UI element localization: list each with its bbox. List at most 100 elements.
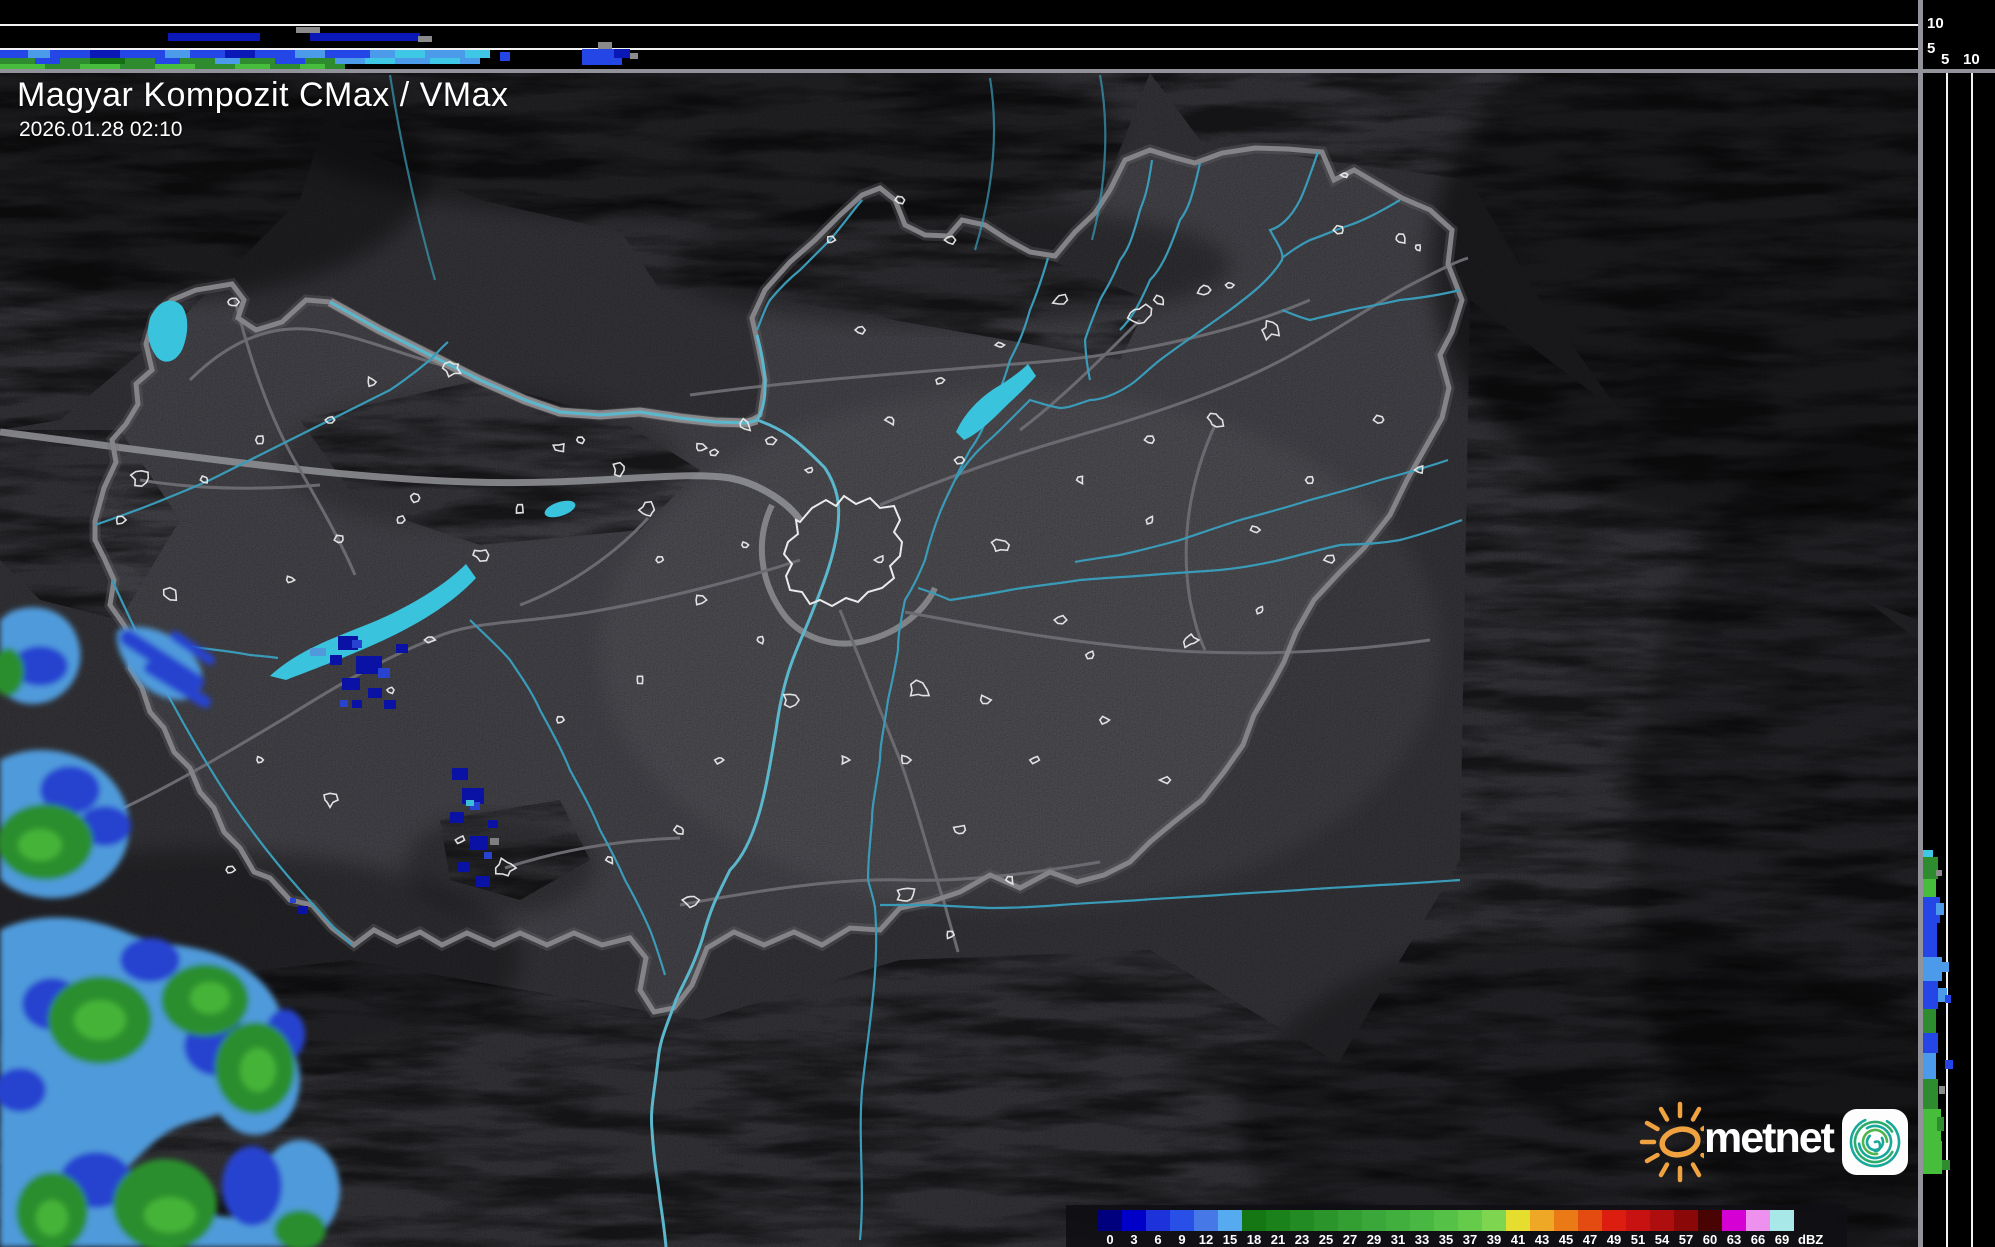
colorbar-step: 47 (1578, 1205, 1602, 1247)
colorbar-label: 0 (1106, 1232, 1114, 1247)
radar-echo (1923, 957, 1942, 981)
gridline-5km (1946, 73, 1948, 1247)
radar-echo (460, 58, 480, 64)
colorbar-swatch (1770, 1210, 1794, 1231)
colorbar-label: 12 (1198, 1232, 1214, 1247)
colorbar-label: 49 (1606, 1232, 1622, 1247)
colorbar-unit: dBZ (1798, 1232, 1824, 1247)
radar-echo (582, 49, 614, 58)
colorbar-label: 21 (1270, 1232, 1286, 1247)
radar-echo (90, 50, 120, 58)
colorbar-swatch (1674, 1210, 1698, 1231)
colorbar-step: 35 (1434, 1205, 1458, 1247)
colorbar-swatch (1194, 1210, 1218, 1231)
radar-echo (28, 50, 50, 58)
radar-echo (395, 58, 430, 64)
radar-echo (1923, 1009, 1936, 1033)
colorbar-step: 12 (1194, 1205, 1218, 1247)
colorbar-swatch (1290, 1210, 1314, 1231)
colorbar-label: 15 (1222, 1232, 1238, 1247)
colorbar-swatch (1722, 1210, 1746, 1231)
colorbar-step: 60 (1698, 1205, 1722, 1247)
colorbar-swatch (1506, 1210, 1530, 1231)
sun-icon (1639, 1101, 1704, 1183)
panel-divider-vertical (1918, 0, 1923, 1247)
gridline-10km (1971, 73, 1973, 1247)
radar-echo (1923, 923, 1937, 957)
colorbar-cells: 0 3 6 9 12 15 18 21 23 25 27 29 31 33 35 37 39 41 43 45 47 49… (1098, 1205, 1794, 1247)
colorbar-swatch (1170, 1210, 1194, 1231)
colorbar-swatch (1650, 1210, 1674, 1231)
colorbar-label: 43 (1534, 1232, 1550, 1247)
radar-echo (1939, 1086, 1945, 1094)
radar-echo (425, 50, 465, 58)
colorbar-step: 0 (1098, 1205, 1122, 1247)
colorbar-step: 6 (1146, 1205, 1170, 1247)
colorbar-label: 69 (1774, 1232, 1790, 1247)
radar-echo (296, 27, 320, 33)
colorbar-step: 21 (1266, 1205, 1290, 1247)
colorbar-label: 41 (1510, 1232, 1526, 1247)
colorbar-label: 27 (1342, 1232, 1358, 1247)
colorbar-label: 63 (1726, 1232, 1742, 1247)
colorbar-label: 37 (1462, 1232, 1478, 1247)
top-axis-label-10: 10 (1927, 15, 1944, 32)
radar-echo (1923, 879, 1936, 897)
colorbar-swatch (1146, 1210, 1170, 1231)
colorbar-step: 15 (1218, 1205, 1242, 1247)
radar-echo (295, 50, 325, 58)
timestamp: 2026.01.28 02:10 (19, 118, 183, 141)
top-axis-label-5: 5 (1927, 40, 1936, 57)
radar-echo (500, 52, 510, 61)
radar-echo (1937, 1117, 1944, 1131)
radar-echo (370, 50, 395, 58)
colorbar-label: 9 (1178, 1232, 1186, 1247)
colorbar-swatch (1434, 1210, 1458, 1231)
colorbar-label: 54 (1654, 1232, 1670, 1247)
radar-echo (1923, 981, 1938, 1009)
radar-echo (0, 50, 28, 58)
colorbar-swatch (1482, 1210, 1506, 1231)
colorbar-swatch (1602, 1210, 1626, 1231)
radar-echo (120, 50, 165, 58)
colorbar-label: 29 (1366, 1232, 1382, 1247)
colorbar-label: 35 (1438, 1232, 1454, 1247)
radar-echo (1945, 1060, 1953, 1069)
colorbar-step: 45 (1554, 1205, 1578, 1247)
colorbar-label: 45 (1558, 1232, 1574, 1247)
colorbar-label: 39 (1486, 1232, 1502, 1247)
radar-echo (614, 49, 630, 58)
colorbar-swatch (1122, 1210, 1146, 1231)
colorbar-swatch (1554, 1210, 1578, 1231)
colorbar-swatch (1698, 1210, 1722, 1231)
gridline-10km (0, 24, 1918, 26)
colorbar-swatch (1530, 1210, 1554, 1231)
colorbar-step: 66 (1746, 1205, 1770, 1247)
colorbar-step: 39 (1482, 1205, 1506, 1247)
radar-echo (325, 50, 370, 58)
colorbar-step: 3 (1122, 1205, 1146, 1247)
top-height-profile (0, 0, 1918, 69)
colorbar-step: 9 (1170, 1205, 1194, 1247)
colorbar-step: 31 (1386, 1205, 1410, 1247)
colorbar-step: 18 (1242, 1205, 1266, 1247)
colorbar-label: 6 (1154, 1232, 1162, 1247)
right-height-profile (1923, 73, 1995, 1247)
colorbar-step: 41 (1506, 1205, 1530, 1247)
radar-echo (1936, 903, 1944, 915)
colorbar-swatch (1410, 1210, 1434, 1231)
colorbar-swatch (1386, 1210, 1410, 1231)
radar-echo (365, 58, 395, 64)
radar-echo (190, 50, 225, 58)
radar-echo (1945, 995, 1951, 1003)
colorbar-swatch (1362, 1210, 1386, 1231)
radar-echo (582, 58, 622, 65)
right-axis-label-10: 10 (1963, 51, 1980, 68)
radar-echo (1942, 962, 1949, 972)
panel-divider-horizontal (0, 69, 1995, 73)
metnet-app-icon (1842, 1109, 1908, 1175)
page-title: Magyar Kompozit CMax / VMax (17, 76, 509, 114)
colorbar-step: 51 (1626, 1205, 1650, 1247)
radar-echo (630, 53, 638, 59)
colorbar-swatch (1626, 1210, 1650, 1231)
